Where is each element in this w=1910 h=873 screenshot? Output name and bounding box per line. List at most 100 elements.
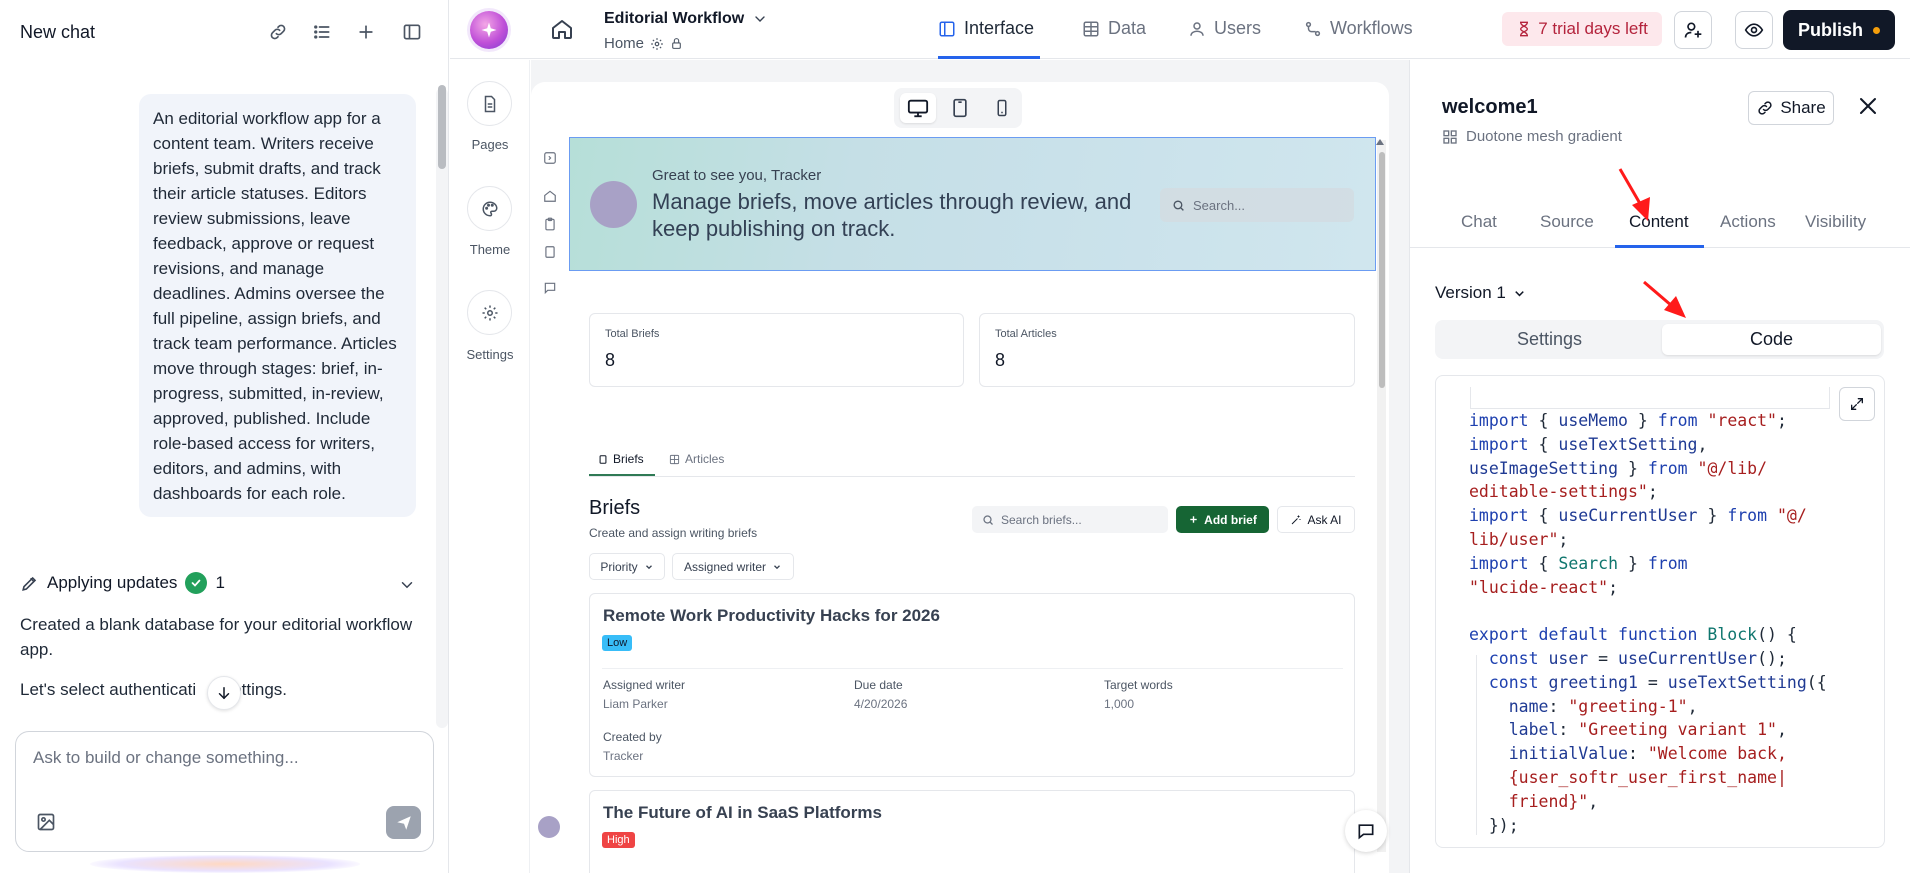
scroll-down-button[interactable] [207, 676, 241, 710]
chat-button[interactable] [1345, 810, 1387, 852]
publish-button[interactable]: Publish [1783, 10, 1895, 50]
app-name[interactable]: Editorial Workflow [604, 10, 744, 28]
version-label: Version 1 [1435, 283, 1506, 302]
section-subtitle: Create and assign writing briefs [589, 526, 758, 540]
tab-content-underline [1615, 245, 1704, 248]
list-icon[interactable] [310, 20, 334, 44]
input-glow [90, 855, 360, 873]
search-icon [1173, 199, 1184, 211]
preview-scrollbar[interactable] [1379, 152, 1385, 388]
ask-ai-button[interactable]: Ask AI [1277, 506, 1355, 533]
sidebar-toggle-icon[interactable] [400, 20, 424, 44]
tab-workflows-label: Workflows [1330, 18, 1413, 38]
user-message: An editorial workflow app for a content … [139, 94, 416, 517]
tab-articles[interactable]: Articles [669, 452, 724, 466]
pencil-icon [22, 576, 37, 591]
trial-label: 7 trial days left [1538, 19, 1648, 38]
chat-scrollbar[interactable] [438, 85, 446, 169]
tab-workflows[interactable]: Workflows [1304, 18, 1413, 39]
hourglass-icon [1520, 21, 1529, 37]
lock-icon [672, 38, 681, 49]
version-select[interactable]: Version 1 [1435, 283, 1527, 303]
close-icon[interactable] [1856, 94, 1882, 120]
hero-search-input[interactable]: Search... [1160, 188, 1354, 222]
app-logo-icon[interactable] [470, 11, 508, 49]
tab-interface[interactable]: Interface [938, 18, 1034, 39]
desktop-view-button[interactable] [900, 93, 936, 123]
chevron-down-icon[interactable] [398, 576, 416, 594]
avatar[interactable] [538, 816, 560, 838]
brief-card[interactable]: Remote Work Productivity Hacks for 2026 … [589, 593, 1355, 777]
tab-source[interactable]: Source [1540, 212, 1594, 232]
stat-label: Total Briefs [605, 328, 660, 340]
tab-chat[interactable]: Chat [1461, 212, 1497, 232]
tablet-view-button[interactable] [942, 93, 978, 123]
tab-visibility[interactable]: Visibility [1805, 212, 1866, 232]
send-button[interactable] [386, 806, 421, 839]
assigned-writer-filter[interactable]: Assigned writer [672, 553, 794, 580]
priority-filter[interactable]: Priority [589, 553, 665, 580]
link-icon[interactable] [266, 20, 290, 44]
theme-label: Theme [469, 242, 511, 257]
assigned-writer-value: Liam Parker [603, 697, 668, 711]
image-upload-icon[interactable] [36, 812, 56, 832]
tab-articles-label: Articles [685, 452, 725, 466]
search-icon [983, 514, 993, 525]
chevron-down-icon [1515, 290, 1524, 296]
pages-button[interactable] [467, 81, 512, 126]
theme-button[interactable] [467, 186, 512, 231]
annotation-arrow-icon [1643, 280, 1686, 318]
expand-sidebar-icon[interactable] [543, 151, 557, 165]
tab-briefs-label: Briefs [613, 452, 644, 466]
indent-guide [1476, 655, 1477, 835]
brief-card[interactable]: The Future of AI in SaaS Platforms High [589, 790, 1355, 873]
chat-bubble-icon [1358, 824, 1374, 840]
settings-button[interactable] [467, 290, 512, 335]
hero-title: Manage briefs, move articles through rev… [652, 189, 1132, 241]
plus-icon[interactable] [354, 20, 378, 44]
target-words-value: 1,000 [1104, 697, 1135, 711]
tab-briefs[interactable]: Briefs [598, 452, 644, 466]
table-icon [1083, 21, 1099, 36]
ask-ai-label: Ask AI [1307, 512, 1342, 527]
document-icon[interactable] [543, 245, 557, 259]
stat-card-articles: Total Articles 8 [979, 313, 1355, 387]
gear-icon [651, 37, 663, 50]
clipboard-icon[interactable] [543, 217, 557, 231]
search-briefs-input[interactable]: Search briefs... [972, 506, 1168, 533]
code-previous-line [1470, 387, 1830, 409]
annotation-arrow-icon [1618, 168, 1650, 221]
briefs-tab-underline [589, 474, 655, 476]
app-switch-chevron-icon[interactable] [752, 11, 768, 27]
code-segment[interactable]: Code [1662, 324, 1881, 355]
share-label: Share [1780, 98, 1826, 117]
due-date-label: Due date [854, 678, 903, 692]
applying-updates-row[interactable]: Applying updates 1 [20, 572, 225, 594]
editor-rail [450, 60, 530, 873]
preview-button[interactable] [1735, 11, 1773, 49]
tablet-icon [953, 98, 967, 118]
check-icon [185, 572, 208, 594]
palette-icon [482, 200, 498, 217]
tab-users[interactable]: Users [1188, 18, 1261, 39]
mobile-view-button[interactable] [984, 93, 1020, 123]
home-icon[interactable] [543, 189, 557, 203]
message-icon[interactable] [543, 281, 557, 295]
layout-icon [939, 21, 955, 36]
tab-actions[interactable]: Actions [1720, 212, 1776, 232]
home-icon[interactable] [550, 17, 574, 41]
add-brief-button[interactable]: Add brief [1176, 506, 1269, 533]
page-breadcrumb[interactable]: Home [604, 35, 683, 52]
settings-segment[interactable]: Settings [1439, 324, 1660, 355]
applying-label: Applying updates [47, 573, 178, 592]
tab-data[interactable]: Data [1082, 18, 1146, 39]
pages-label: Pages [471, 137, 509, 152]
chevron-down-icon [645, 564, 652, 569]
chevron-down-icon [774, 564, 780, 569]
assistant-message-2-start: Let's select authenticati [20, 680, 197, 699]
scroll-up-arrow-icon[interactable] [1376, 139, 1384, 145]
share-button[interactable]: Share [1748, 91, 1834, 125]
magic-wand-icon [1292, 515, 1301, 524]
invite-user-button[interactable] [1674, 11, 1712, 49]
trial-badge[interactable]: 7 trial days left [1502, 12, 1662, 46]
